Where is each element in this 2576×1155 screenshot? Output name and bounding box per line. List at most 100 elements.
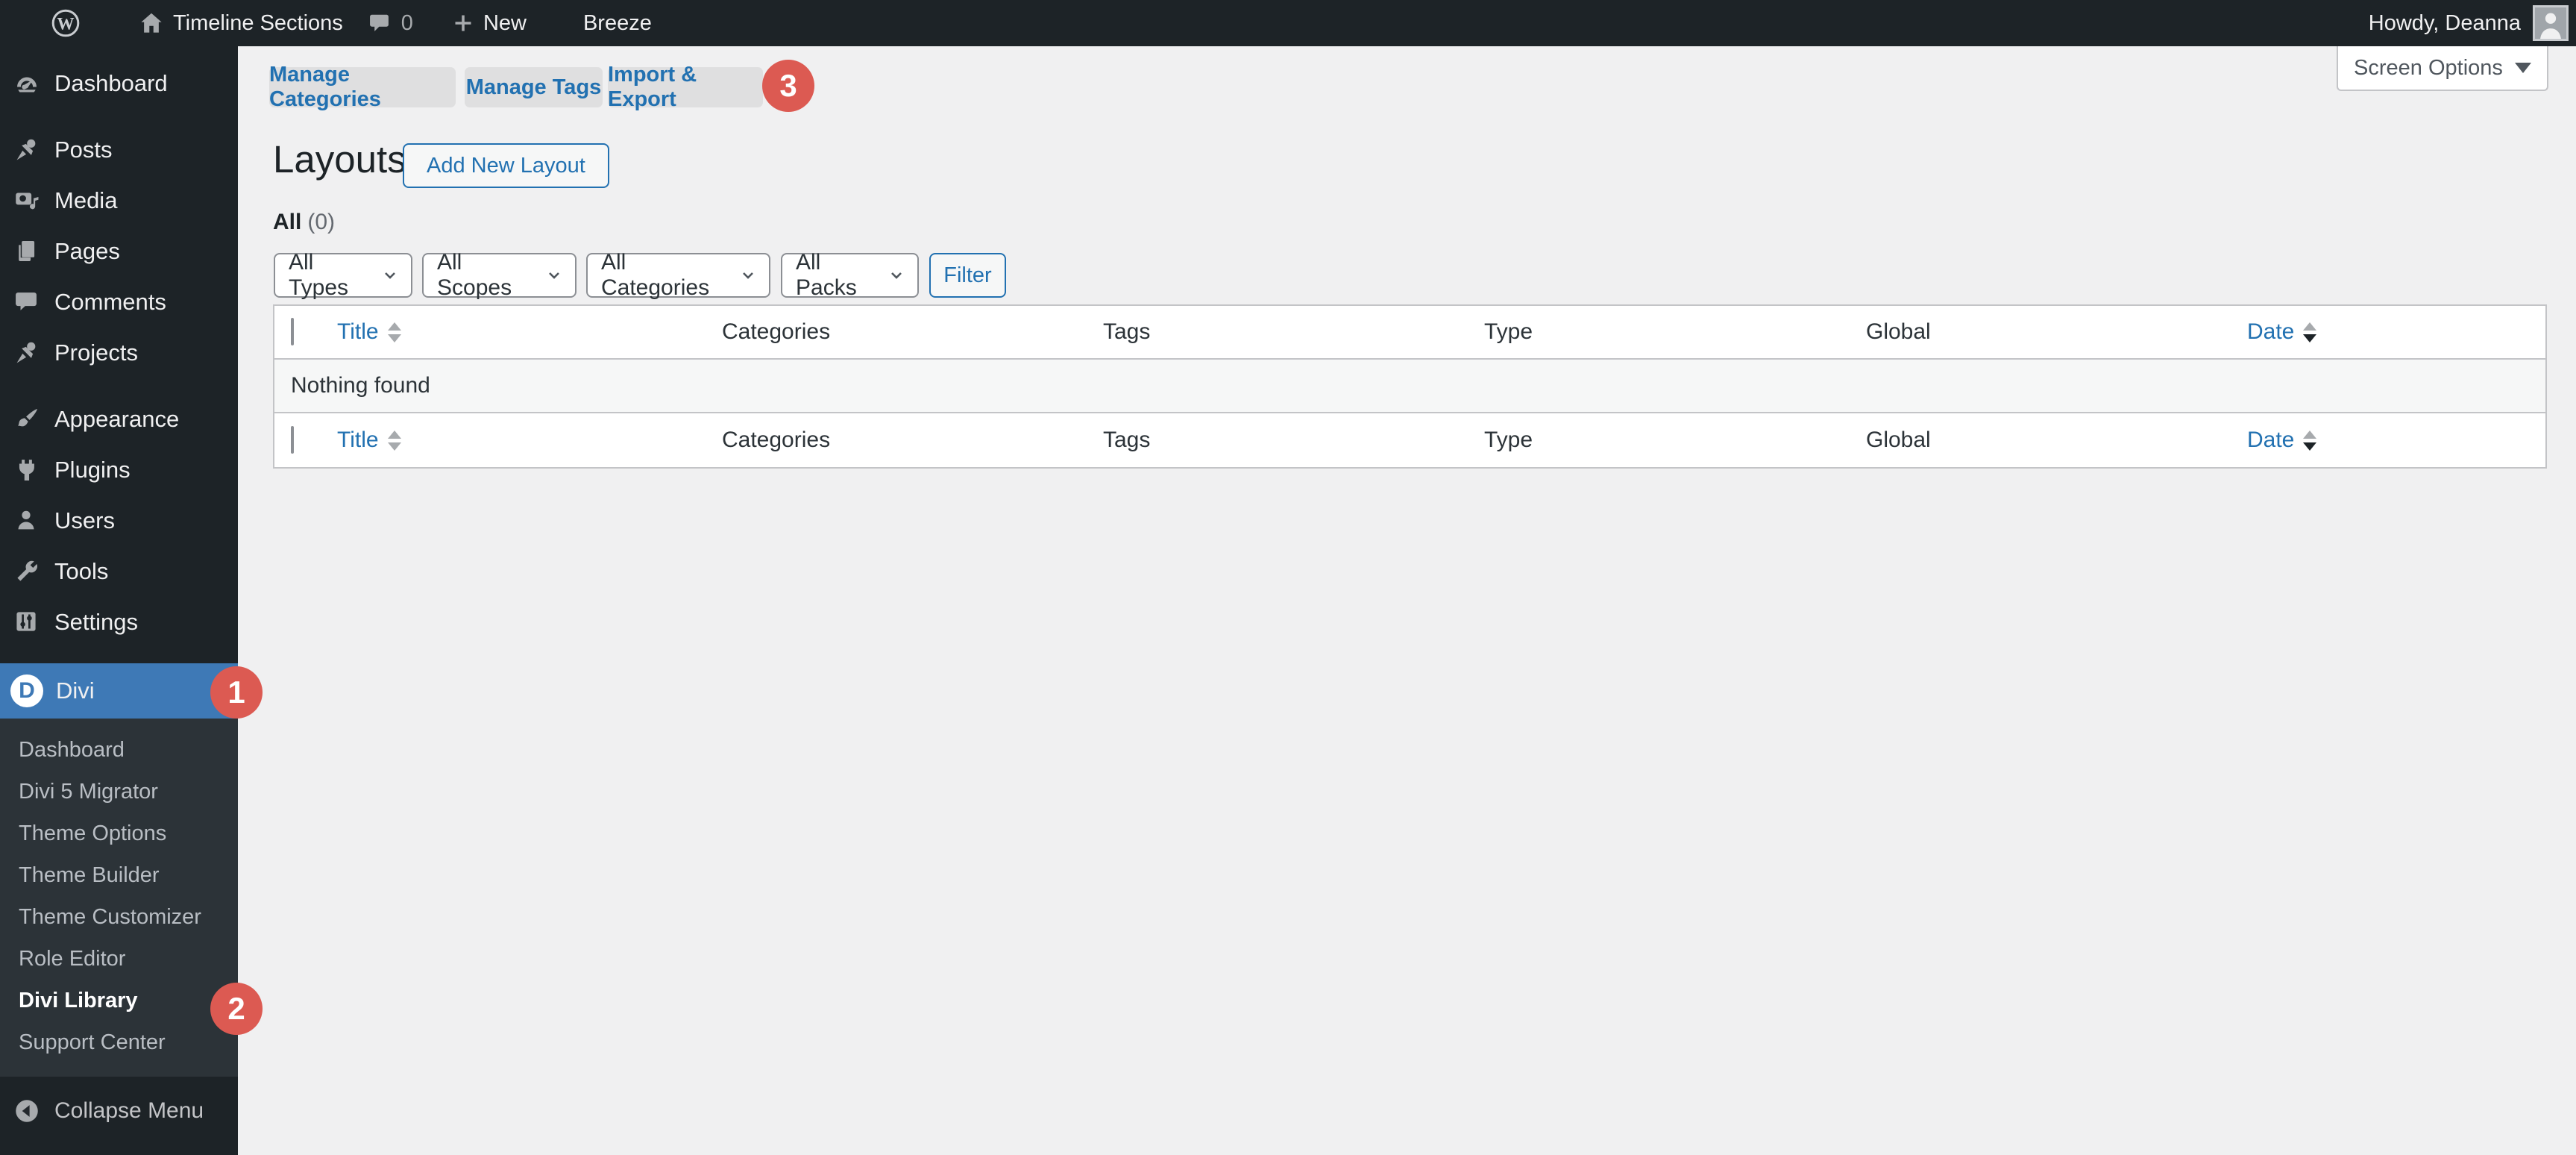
comments-icon <box>13 289 40 316</box>
manage-categories-button[interactable]: Manage Categories <box>269 67 456 107</box>
divi-logo-icon: D <box>10 674 43 707</box>
chevron-down-icon <box>888 266 905 284</box>
select-all-checkbox[interactable] <box>291 426 294 454</box>
sidebar-item-media[interactable]: Media <box>0 175 238 226</box>
submenu-item-divi-library[interactable]: Divi Library <box>0 980 238 1021</box>
column-header-tags: Tags <box>1090 319 1471 345</box>
site-name-menu[interactable]: Timeline Sections <box>139 0 343 46</box>
screen-options-label: Screen Options <box>2354 56 2503 81</box>
sidebar-item-posts[interactable]: Posts <box>0 125 238 175</box>
column-footer-categories: Categories <box>709 428 1090 453</box>
submenu-item-role-editor[interactable]: Role Editor <box>0 938 238 980</box>
packs-dropdown[interactable]: All Packs <box>781 253 919 298</box>
add-new-layout-button[interactable]: Add New Layout <box>403 143 609 188</box>
admin-menu: Dashboard Posts <box>0 46 238 1132</box>
column-footer-title[interactable]: Title <box>324 428 709 453</box>
submenu-item-label: Divi 5 Migrator <box>19 780 158 804</box>
column-label: Date <box>2247 319 2294 345</box>
submenu-item-support-center[interactable]: Support Center <box>0 1021 238 1063</box>
import-export-button[interactable]: Import & Export <box>608 67 763 107</box>
screen-options-tab[interactable]: Screen Options <box>2337 46 2548 91</box>
sidebar-item-plugins[interactable]: Plugins <box>0 445 238 495</box>
filter-button[interactable]: Filter <box>929 253 1006 298</box>
sidebar-item-label: Posts <box>54 137 113 163</box>
chevron-down-icon <box>2515 63 2531 73</box>
sidebar-item-comments[interactable]: Comments <box>0 277 238 328</box>
view-filter-all[interactable]: All(0) <box>273 210 335 235</box>
categories-dropdown-value: All Categories <box>601 250 729 301</box>
menu-separator <box>0 109 238 125</box>
sidebar-item-settings[interactable]: Settings <box>0 597 238 648</box>
view-all-label: All <box>273 210 301 234</box>
sidebar-item-appearance[interactable]: Appearance <box>0 394 238 445</box>
sort-arrows-icon <box>388 431 401 451</box>
column-footer-date[interactable]: Date <box>2234 428 2545 453</box>
admin-bar-right: Howdy, Deanna <box>2369 5 2576 41</box>
sort-arrows-icon <box>2303 431 2316 451</box>
submenu-item-theme-customizer[interactable]: Theme Customizer <box>0 896 238 938</box>
sidebar-item-label: Appearance <box>54 406 179 433</box>
submenu-item-label: Theme Builder <box>19 863 160 888</box>
sidebar-item-label: Divi <box>56 677 95 704</box>
categories-dropdown[interactable]: All Categories <box>586 253 770 298</box>
comment-bubble-icon <box>367 10 392 36</box>
sidebar-item-label: Dashboard <box>54 70 168 97</box>
step-badge-1: 1 <box>210 666 263 719</box>
column-footer-type: Type <box>1471 428 1853 453</box>
column-header-title[interactable]: Title <box>324 319 709 345</box>
sidebar-item-dashboard[interactable]: Dashboard <box>0 58 238 109</box>
submenu-item-divi-5-migrator[interactable]: Divi 5 Migrator <box>0 771 238 813</box>
column-header-date[interactable]: Date <box>2234 319 2545 345</box>
submenu-item-dashboard[interactable]: Dashboard <box>0 729 238 771</box>
sidebar-item-projects[interactable]: Projects <box>0 328 238 378</box>
breeze-menu[interactable]: Breeze <box>583 0 652 46</box>
home-icon <box>139 10 164 36</box>
collapse-arrow-icon <box>13 1098 40 1124</box>
avatar[interactable] <box>2533 5 2569 41</box>
collapse-menu-button[interactable]: Collapse Menu <box>0 1090 238 1132</box>
empty-state-message: Nothing found <box>291 373 430 398</box>
column-label: Title <box>337 428 379 453</box>
types-dropdown[interactable]: All Types <box>274 253 412 298</box>
submenu-item-label: Divi Library <box>19 989 138 1013</box>
comments-menu[interactable]: 0 <box>367 0 413 46</box>
wordpress-logo-menu[interactable]: W <box>51 0 81 46</box>
sidebar-item-users[interactable]: Users <box>0 495 238 546</box>
chevron-down-icon <box>545 266 563 284</box>
sidebar-item-label: Tools <box>54 558 108 585</box>
column-header-categories: Categories <box>709 319 1090 345</box>
paintbrush-icon <box>13 406 40 433</box>
submenu-item-label: Role Editor <box>19 947 125 971</box>
collapse-menu-label: Collapse Menu <box>54 1098 204 1124</box>
column-header-type: Type <box>1471 319 1853 345</box>
sidebar-item-divi[interactable]: D Divi <box>0 663 238 719</box>
comments-count: 0 <box>401 11 413 36</box>
scopes-dropdown[interactable]: All Scopes <box>422 253 577 298</box>
sidebar-item-tools[interactable]: Tools <box>0 546 238 597</box>
pushpin-icon <box>13 339 40 366</box>
menu-separator <box>0 648 238 663</box>
table-footer-row: Title Categories Tags Type Global Date <box>274 413 2545 467</box>
sidebar-item-pages[interactable]: Pages <box>0 226 238 277</box>
column-label: Date <box>2247 428 2294 453</box>
manage-tags-button[interactable]: Manage Tags <box>465 67 603 107</box>
page-title: Layouts <box>273 137 406 181</box>
wordpress-admin-screen: W Timeline Sections 0 <box>0 0 2576 1155</box>
dashboard-gauge-icon <box>13 70 40 97</box>
column-header-global: Global <box>1853 319 2234 345</box>
wrench-icon <box>13 558 40 585</box>
packs-dropdown-value: All Packs <box>796 250 877 301</box>
layouts-table: Title Categories Tags Type Global Date N… <box>273 304 2547 469</box>
new-content-menu[interactable]: New <box>452 0 527 46</box>
submenu-item-theme-options[interactable]: Theme Options <box>0 813 238 854</box>
select-all-checkbox[interactable] <box>291 318 294 345</box>
new-label: New <box>483 11 527 36</box>
sidebar-item-label: Users <box>54 507 115 534</box>
admin-sidebar: Dashboard Posts <box>0 46 238 1155</box>
howdy-label[interactable]: Howdy, Deanna <box>2369 11 2521 36</box>
submenu-item-theme-builder[interactable]: Theme Builder <box>0 854 238 896</box>
empty-state-row: Nothing found <box>274 360 2545 413</box>
chevron-down-icon <box>381 266 399 284</box>
types-dropdown-value: All Types <box>289 250 371 301</box>
plus-icon <box>452 12 474 34</box>
